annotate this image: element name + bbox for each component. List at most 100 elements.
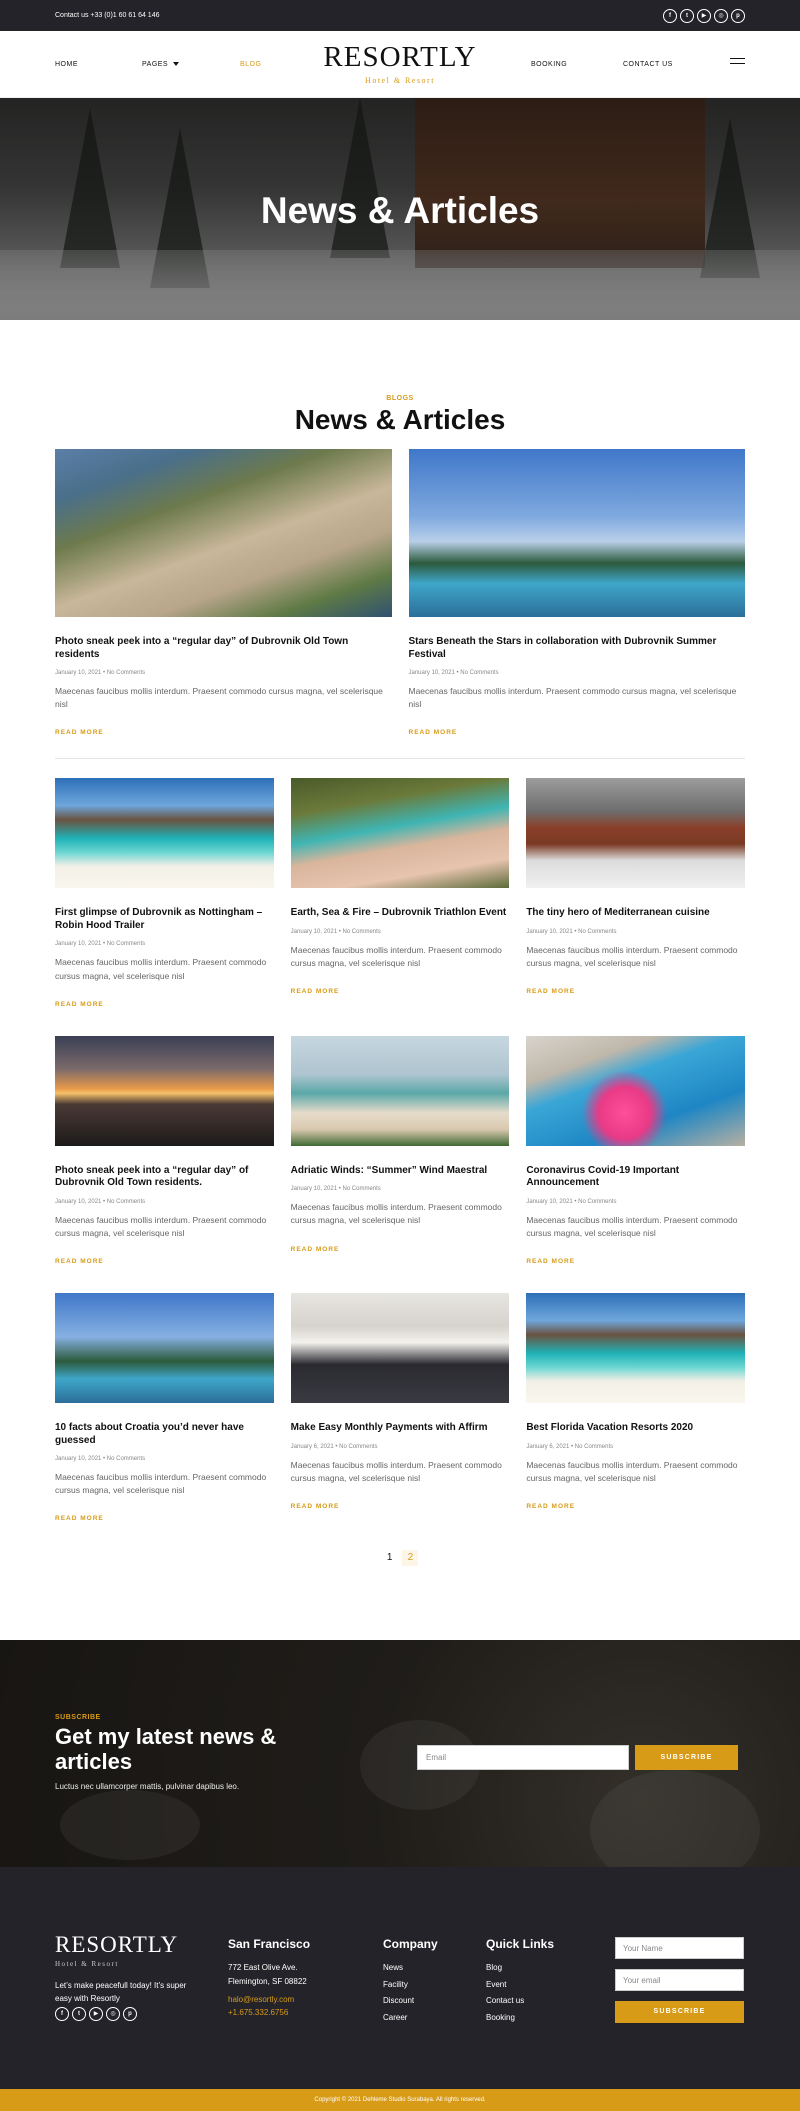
read-more-link[interactable]: READ MORE xyxy=(55,1001,104,1008)
post-card: First glimpse of Dubrovnik as Nottingham… xyxy=(55,778,274,1010)
pinterest-icon[interactable]: p xyxy=(123,2006,137,2021)
facebook-icon[interactable]: f xyxy=(663,8,677,23)
post-image[interactable] xyxy=(526,778,745,889)
nav-booking[interactable]: BOOKING xyxy=(531,61,567,68)
instagram-icon[interactable]: ◎ xyxy=(714,8,728,23)
site-logo[interactable]: RESORTLY Hotel & Resort xyxy=(323,41,477,86)
post-meta: January 10, 2021 • No Comments xyxy=(408,670,499,676)
read-more-link[interactable]: READ MORE xyxy=(409,729,458,736)
post-title[interactable]: Photo sneak peek into a “regular day” of… xyxy=(55,1165,274,1190)
logo-tagline: Hotel & Resort xyxy=(365,76,435,85)
nav-blog[interactable]: BLOG xyxy=(240,61,261,68)
instagram-icon[interactable]: ◎ xyxy=(106,2006,120,2021)
post-image[interactable] xyxy=(290,1035,510,1146)
footer-link-news[interactable]: News xyxy=(383,1960,438,1977)
page-link[interactable]: 2 xyxy=(402,1550,419,1567)
footer-subscribe-button[interactable]: SUBSCRIBE xyxy=(615,2001,744,2024)
twitter-icon[interactable]: t xyxy=(72,2006,86,2021)
read-more-link[interactable]: READ MORE xyxy=(55,1515,104,1522)
post-title[interactable]: The tiny hero of Mediterranean cuisine xyxy=(526,907,745,920)
read-more-link[interactable]: READ MORE xyxy=(526,1503,575,1510)
post-title[interactable]: 10 facts about Croatia you’d never have … xyxy=(55,1422,274,1447)
youtube-icon[interactable]: ▶ xyxy=(89,2006,103,2021)
twitter-icon[interactable]: t xyxy=(680,8,694,23)
footer-link-contact[interactable]: Contact us xyxy=(486,1993,554,2010)
footer-form: Your Name Your email SUBSCRIBE xyxy=(615,1937,744,2024)
read-more-link[interactable]: READ MORE xyxy=(55,729,104,736)
post-meta: January 10, 2021 • No Comments xyxy=(526,928,617,935)
footer-logo-name[interactable]: RESORTLY xyxy=(55,1933,190,1956)
section-title: News & Articles xyxy=(294,404,506,435)
read-more-link[interactable]: READ MORE xyxy=(291,1503,340,1510)
post-meta: January 6, 2021 • No Comments xyxy=(290,1443,378,1450)
chevron-down-icon xyxy=(173,62,180,67)
post-title[interactable]: Photo sneak peek into a “regular day” of… xyxy=(55,636,392,661)
footer-brand: RESORTLY Hotel & Resort Let’s make peace… xyxy=(55,1933,190,2021)
post-image[interactable] xyxy=(290,1293,510,1404)
footer: RESORTLY Hotel & Resort Let’s make peace… xyxy=(0,1867,800,2090)
post-meta: January 10, 2021 • No Comments xyxy=(526,1198,617,1205)
post-title[interactable]: Adriatic Winds: “Summer” Wind Maestral xyxy=(291,1165,510,1178)
post-excerpt: Maecenas faucibus mollis interdum. Praes… xyxy=(290,944,502,969)
nav-pages[interactable]: PAGES xyxy=(142,61,180,68)
post-card: Coronavirus Covid-19 Important Announcem… xyxy=(526,1035,745,1268)
footer-link-booking[interactable]: Booking xyxy=(486,2010,554,2027)
post-meta: January 10, 2021 • No Comments xyxy=(290,1186,381,1193)
post-image[interactable] xyxy=(55,1035,274,1146)
footer-link-discount[interactable]: Discount xyxy=(383,1993,438,2010)
post-excerpt: Maecenas faucibus mollis interdum. Praes… xyxy=(526,1459,738,1483)
post-image[interactable] xyxy=(55,1293,274,1404)
footer-company: Company News Facility Discount Career xyxy=(383,1931,438,2026)
post-title[interactable]: Make Easy Monthly Payments with Affirm xyxy=(291,1422,510,1435)
post-title[interactable]: Earth, Sea & Fire – Dubrovnik Triathlon … xyxy=(291,907,510,920)
footer-link-career[interactable]: Career xyxy=(383,2010,438,2027)
read-more-link[interactable]: READ MORE xyxy=(291,1246,340,1253)
post-title[interactable]: Stars Beneath the Stars in collaboration… xyxy=(409,636,746,661)
subscribe-form: Email SUBSCRIBE xyxy=(417,1745,738,1771)
footer-link-facility[interactable]: Facility xyxy=(383,1977,438,1994)
subscribe-button[interactable]: SUBSCRIBE xyxy=(635,1745,738,1771)
footer-link-blog[interactable]: Blog xyxy=(486,1960,554,1977)
youtube-icon[interactable]: ▶ xyxy=(697,8,711,23)
subscribe-title: Get my latest news & articles xyxy=(55,1724,277,1774)
post-image[interactable] xyxy=(55,449,392,617)
address-line-1: 772 East Olive Ave. xyxy=(228,1963,298,1973)
subscribe-text: Luctus nec ullamcorper mattis, pulvinar … xyxy=(55,1781,240,1791)
post-title[interactable]: Coronavirus Covid-19 Important Announcem… xyxy=(526,1165,745,1190)
post-card: Photo sneak peek into a “regular day” of… xyxy=(55,1035,274,1268)
footer-link-event[interactable]: Event xyxy=(486,1977,554,1994)
footer-email-field[interactable]: Your email xyxy=(615,1969,744,1992)
post-excerpt: Maecenas faucibus mollis interdum. Praes… xyxy=(290,1459,502,1483)
pinterest-icon[interactable]: p xyxy=(731,8,745,23)
post-meta: January 10, 2021 • No Comments xyxy=(290,928,381,935)
post-image[interactable] xyxy=(290,778,510,889)
facebook-icon[interactable]: f xyxy=(55,2006,69,2021)
nav-contact[interactable]: CONTACT US xyxy=(623,61,673,68)
post-excerpt: Maecenas faucibus mollis interdum. Praes… xyxy=(526,1214,738,1238)
post-image[interactable] xyxy=(526,1035,745,1146)
subscribe-kicker: SUBSCRIBE xyxy=(55,1714,101,1722)
post-excerpt: Maecenas faucibus mollis interdum. Praes… xyxy=(55,686,383,710)
page-current: 1 xyxy=(386,1552,393,1564)
post-image[interactable] xyxy=(55,778,274,889)
post-image[interactable] xyxy=(408,449,745,617)
post-title[interactable]: First glimpse of Dubrovnik as Nottingham… xyxy=(55,907,274,932)
nav-home[interactable]: HOME xyxy=(55,61,78,68)
footer-phone[interactable]: +1.675.332.6756 xyxy=(228,2007,310,2020)
read-more-link[interactable]: READ MORE xyxy=(291,988,340,995)
footer-email[interactable]: halo@resortly.com xyxy=(228,1994,310,2007)
name-field[interactable]: Your Name xyxy=(615,1937,744,1960)
post-excerpt: Maecenas faucibus mollis interdum. Praes… xyxy=(55,957,267,981)
email-field[interactable]: Email xyxy=(417,1745,629,1771)
logo-name: RESORTLY xyxy=(323,41,477,73)
read-more-link[interactable]: READ MORE xyxy=(526,1258,575,1265)
pagination: 1 2 xyxy=(55,1550,745,1567)
posts-row-2: Photo sneak peek into a “regular day” of… xyxy=(55,1035,745,1268)
post-excerpt: Maecenas faucibus mollis interdum. Praes… xyxy=(526,944,738,969)
post-title[interactable]: Best Florida Vacation Resorts 2020 xyxy=(526,1422,745,1435)
read-more-link[interactable]: READ MORE xyxy=(526,988,575,995)
post-image[interactable] xyxy=(526,1293,745,1404)
post-card: Photo sneak peek into a “regular day” of… xyxy=(55,449,392,739)
menu-icon[interactable] xyxy=(730,58,745,68)
read-more-link[interactable]: READ MORE xyxy=(55,1258,104,1265)
